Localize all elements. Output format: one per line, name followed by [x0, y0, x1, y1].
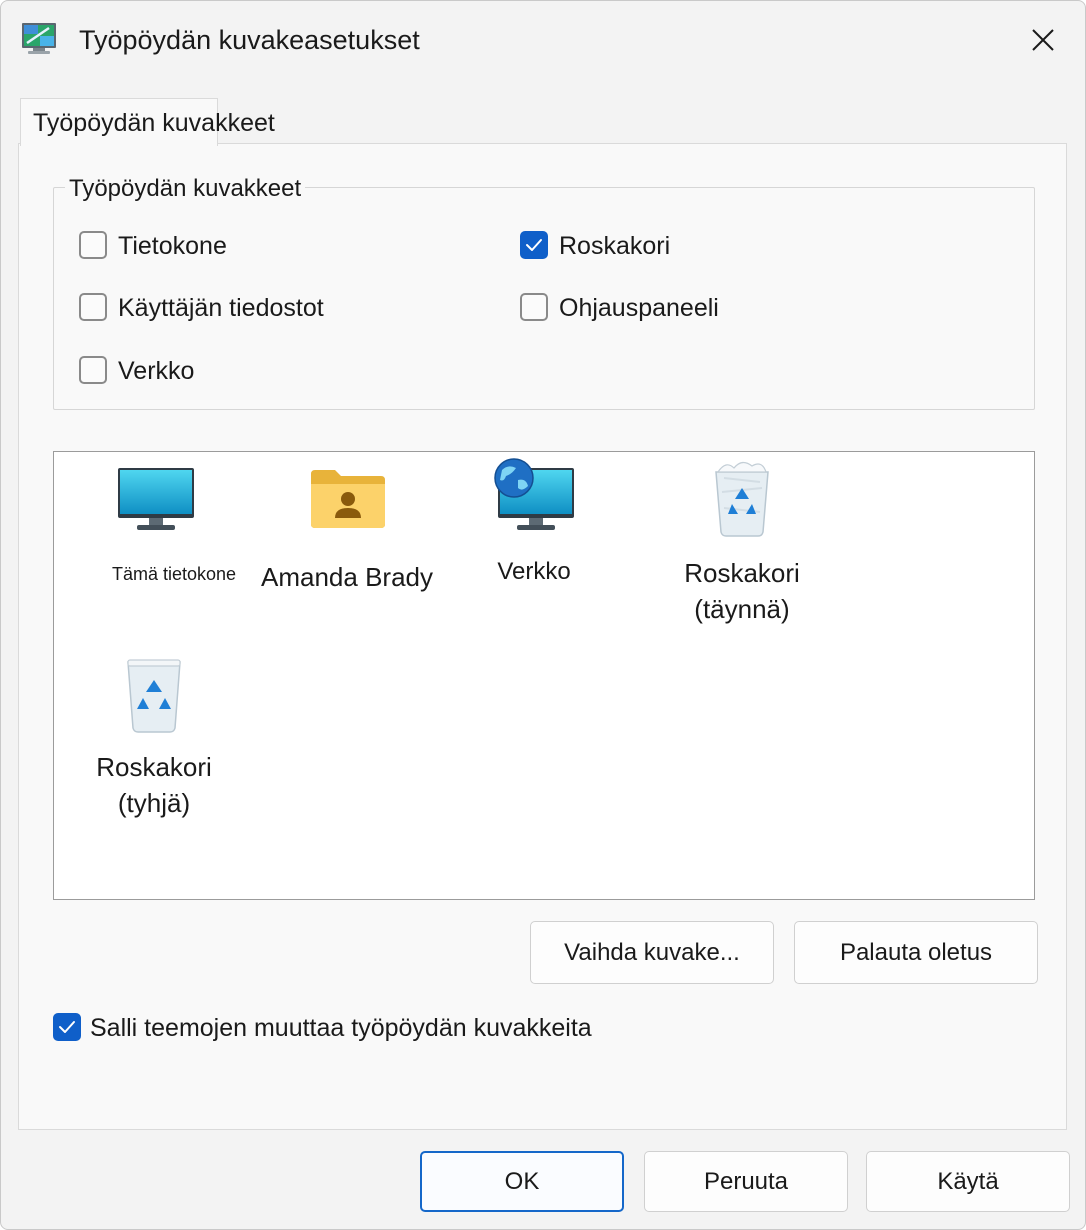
title-bar: Työpöydän kuvakeasetukset — [1, 1, 1085, 79]
user-folder-icon — [311, 470, 385, 528]
icon-caption: Tämä tietokone — [111, 564, 237, 584]
icon-item-this-pc[interactable]: Tämä tietokone — [96, 464, 252, 584]
checkbox-label: Ohjauspaneeli — [559, 294, 719, 322]
restore-default-button[interactable]: Palauta oletus — [794, 921, 1038, 984]
recycle-bin-checkbox[interactable]: Roskakori — [520, 231, 820, 263]
checkbox-label: Käyttäjän tiedostot — [118, 294, 324, 322]
checkbox-box — [79, 293, 107, 321]
network-checkbox[interactable]: Verkko — [79, 356, 379, 388]
ok-button[interactable]: OK — [420, 1151, 624, 1212]
icon-caption-line2: (tyhjä) — [117, 788, 191, 818]
display-settings-icon — [19, 19, 59, 59]
tab-label: Työpöydän kuvakkeet — [33, 109, 275, 137]
recycle-bin-empty-icon — [127, 659, 181, 733]
allow-themes-checkbox[interactable]: Salli teemojen muuttaa työpöydän kuvakke… — [53, 1013, 693, 1045]
control-panel-checkbox[interactable]: Ohjauspaneeli — [520, 293, 820, 325]
checkbox-label: Salli teemojen muuttaa työpöydän kuvakke… — [90, 1014, 592, 1042]
checkmark-icon — [526, 239, 542, 251]
icon-caption-line2: (täynnä) — [694, 594, 790, 624]
icon-caption: Verkko — [497, 558, 571, 585]
close-icon — [1032, 29, 1054, 51]
icon-item-recycle-bin-empty[interactable]: Roskakori (tyhjä) — [74, 654, 234, 818]
recycle-bin-full-icon — [715, 461, 769, 537]
icon-caption-line1: Roskakori — [684, 558, 800, 588]
icon-list-view[interactable]: Tämä tietokone Amanda Brady Verkko Roska… — [53, 451, 1035, 900]
icon-caption-line1: Roskakori — [96, 752, 212, 782]
close-button[interactable] — [1017, 15, 1069, 65]
network-globe-icon — [494, 458, 574, 530]
user-files-checkbox[interactable]: Käyttäjän tiedostot — [79, 293, 399, 325]
icon-item-network[interactable]: Verkko — [466, 458, 602, 585]
checkbox-label: Tietokone — [118, 232, 227, 260]
checkbox-box-checked — [520, 231, 548, 259]
window-title: Työpöydän kuvakeasetukset — [79, 25, 420, 55]
checkbox-box-checked — [53, 1013, 81, 1041]
checkbox-label: Roskakori — [559, 232, 671, 260]
tab-desktop-icons[interactable]: Työpöydän kuvakkeet — [20, 98, 275, 146]
monitor-icon — [118, 468, 194, 530]
checkbox-box — [79, 356, 107, 384]
apply-button[interactable]: Käytä — [866, 1151, 1070, 1212]
icon-item-user-folder[interactable]: Amanda Brady — [254, 464, 440, 592]
checkmark-icon — [59, 1021, 75, 1033]
checkbox-label: Verkko — [118, 357, 195, 385]
computer-checkbox[interactable]: Tietokone — [79, 231, 379, 263]
change-icon-button[interactable]: Vaihda kuvake... — [530, 921, 774, 984]
checkbox-box — [520, 293, 548, 321]
checkbox-box — [79, 231, 107, 259]
icon-item-recycle-bin-full[interactable]: Roskakori (täynnä) — [662, 458, 822, 624]
dialog-window: Työpöydän kuvakeasetukset Työpöydän kuva… — [0, 0, 1086, 1230]
icon-caption: Amanda Brady — [261, 562, 433, 592]
groupbox-legend: Työpöydän kuvakkeet — [65, 175, 306, 203]
cancel-button[interactable]: Peruuta — [644, 1151, 848, 1212]
